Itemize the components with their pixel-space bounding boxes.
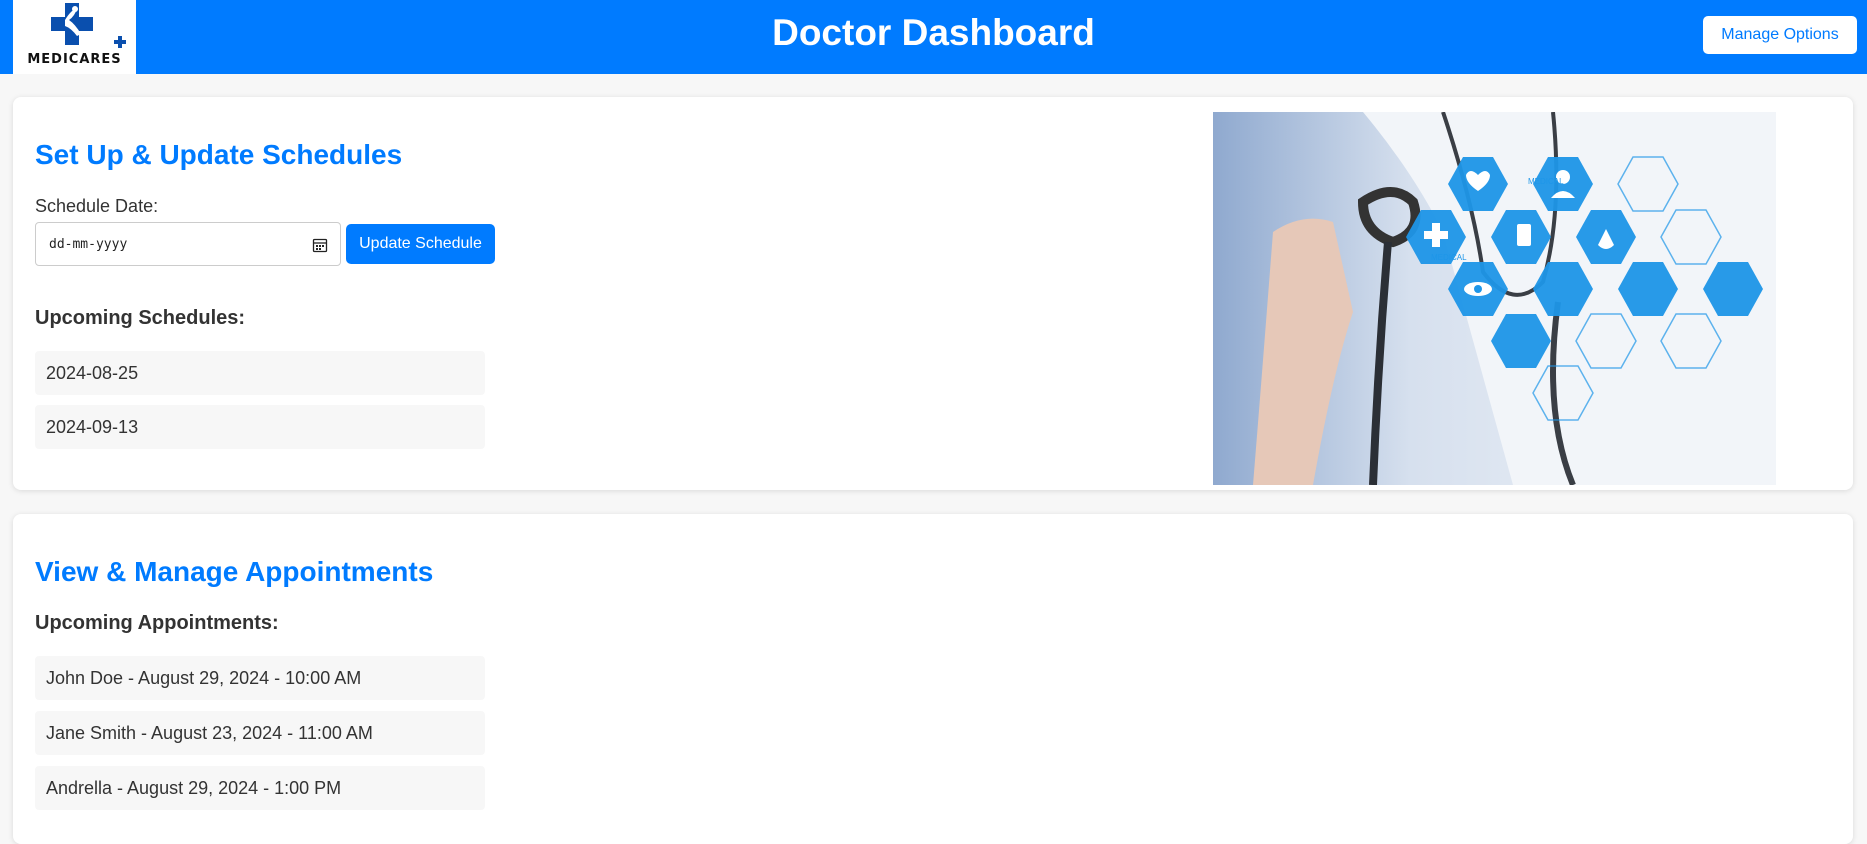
schedule-date-label: Schedule Date: <box>35 196 159 216</box>
date-placeholder: dd-mm-yyyy <box>49 237 128 252</box>
appointment-item: Jane Smith - August 23, 2024 - 11:00 AM <box>35 711 485 755</box>
top-header: MEDICARES Doctor Dashboard Manage Option… <box>0 0 1867 74</box>
appointments-title: View & Manage Appointments <box>35 556 434 587</box>
schedule-item: 2024-08-25 <box>35 351 485 395</box>
upcoming-appointments-title: Upcoming Appointments: <box>35 612 279 634</box>
schedule-date-input[interactable]: dd-mm-yyyy <box>35 222 341 266</box>
schedule-item: 2024-09-13 <box>35 405 485 449</box>
hero-medical-label: MEDICAL <box>1431 253 1467 262</box>
logo-text: MEDICARES <box>27 52 122 67</box>
upcoming-schedules-title: Upcoming Schedules: <box>35 307 246 329</box>
schedules-card: Set Up & Update Schedules Schedule Date:… <box>13 97 1853 490</box>
update-schedule-button[interactable]: Update Schedule <box>346 224 495 264</box>
appointments-card: View & Manage Appointments Upcoming Appo… <box>13 514 1853 844</box>
appointment-item: Andrella - August 29, 2024 - 1:00 PM <box>35 766 485 810</box>
doctor-stethoscope-image: MEDICAL MEDICAL <box>1213 112 1776 485</box>
medical-hero-illustration: MEDICAL MEDICAL <box>1213 112 1776 485</box>
page-title: Doctor Dashboard <box>772 12 1095 53</box>
hero-medical-label: MEDICAL <box>1528 177 1564 186</box>
appointment-item: John Doe - August 29, 2024 - 10:00 AM <box>35 656 485 700</box>
calendar-icon[interactable] <box>312 237 328 253</box>
manage-options-button[interactable]: Manage Options <box>1703 16 1857 54</box>
schedules-title: Set Up & Update Schedules <box>35 139 403 170</box>
